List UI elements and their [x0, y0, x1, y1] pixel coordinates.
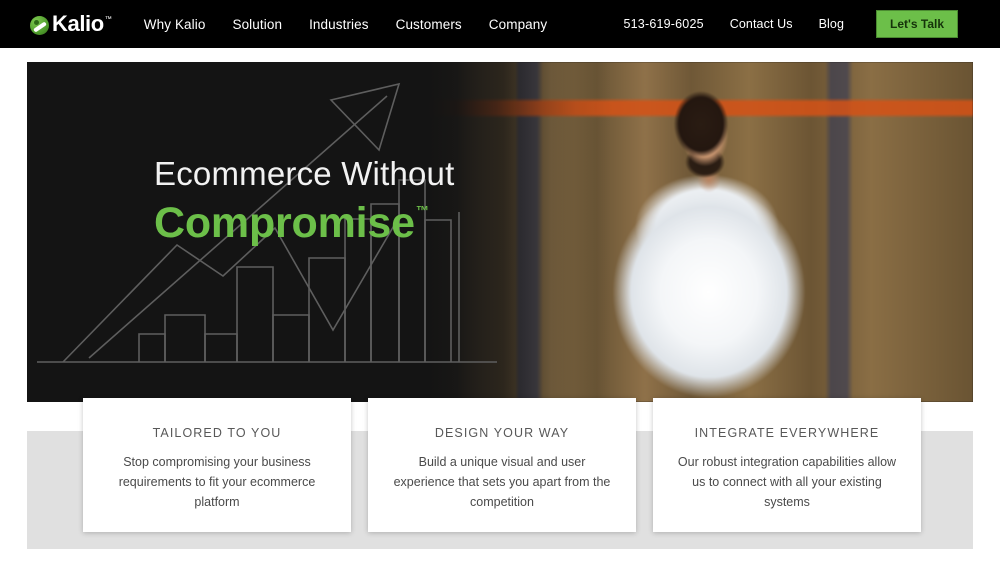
- brand-trademark-symbol: ™: [104, 16, 112, 23]
- hero-headline-emphasis: Compromise: [154, 199, 415, 247]
- feature-card-design-your-way[interactable]: DESIGN YOUR WAY Build a unique visual an…: [368, 398, 636, 532]
- feature-cards: TAILORED TO YOU Stop compromising your b…: [83, 398, 921, 532]
- nav-item-industries[interactable]: Industries: [309, 17, 369, 32]
- feature-card-title: TAILORED TO YOU: [152, 426, 282, 440]
- brand-logo-link[interactable]: Kalio ™: [30, 11, 112, 37]
- feature-card-body: Build a unique visual and user experienc…: [393, 455, 611, 509]
- kalio-circle-swoosh-logo-icon: [30, 16, 49, 35]
- nav-item-blog[interactable]: Blog: [819, 17, 844, 31]
- nav-item-company[interactable]: Company: [489, 17, 547, 32]
- feature-card-tailored-to-you[interactable]: TAILORED TO YOU Stop compromising your b…: [83, 398, 351, 532]
- feature-card-body: Our robust integration capabilities allo…: [677, 455, 897, 509]
- feature-card-title: INTEGRATE EVERYWHERE: [694, 426, 880, 440]
- brand-name: Kalio: [52, 11, 104, 36]
- hero-headline-line1: Ecommerce Without: [154, 155, 455, 192]
- feature-card-title: DESIGN YOUR WAY: [434, 426, 570, 440]
- nav-item-why-kalio[interactable]: Why Kalio: [144, 17, 206, 32]
- hero-trademark-symbol: ™: [415, 203, 429, 218]
- feature-card-body: Stop compromising your business requirem…: [118, 455, 316, 509]
- primary-nav-links: Why Kalio Solution Industries Customers …: [144, 17, 547, 32]
- phone-number-link[interactable]: 513-619-6025: [624, 17, 704, 31]
- feature-card-integrate-everywhere[interactable]: INTEGRATE EVERYWHERE Our robust integrat…: [653, 398, 921, 532]
- hero-headline-line2-group: Compromise ™: [154, 198, 574, 248]
- nav-item-customers[interactable]: Customers: [396, 17, 462, 32]
- hero-banner: Ecommerce Without Compromise ™: [27, 62, 973, 402]
- lets-talk-button[interactable]: Let's Talk: [876, 10, 958, 38]
- top-navigation-bar: Kalio ™ Why Kalio Solution Industries Cu…: [0, 0, 1000, 48]
- hero-copy: Ecommerce Without Compromise ™: [154, 154, 574, 248]
- nav-item-solution[interactable]: Solution: [232, 17, 282, 32]
- utility-nav: 513-619-6025 Contact Us Blog Let's Talk: [624, 10, 958, 38]
- nav-item-contact-us[interactable]: Contact Us: [730, 17, 793, 31]
